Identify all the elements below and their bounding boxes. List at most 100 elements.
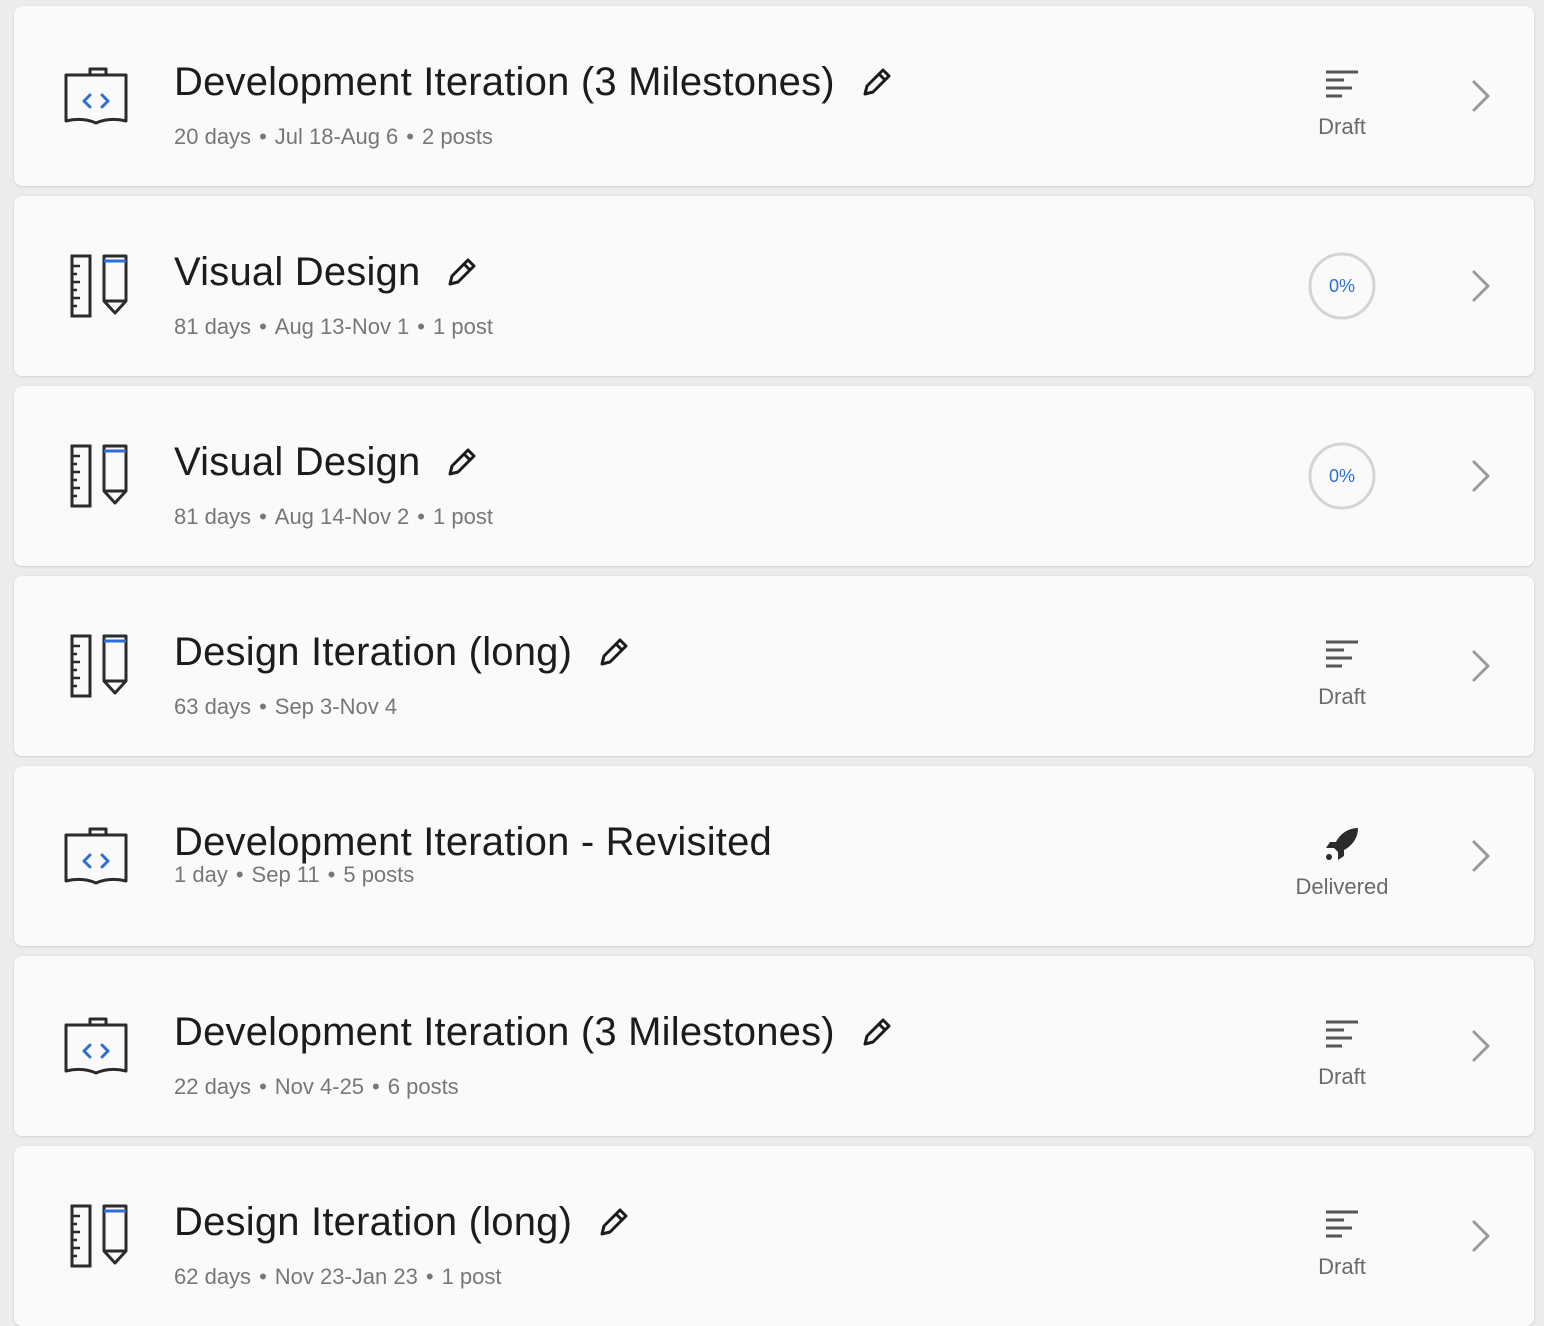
iteration-title: Design Iteration (long): [174, 1199, 573, 1244]
separator-dot: •: [259, 504, 267, 529]
iteration-dates: Sep 3-Nov 4: [274, 694, 398, 719]
iteration-duration: 22 days: [174, 1074, 252, 1099]
pencil-icon[interactable]: [444, 254, 480, 290]
chevron-right-icon[interactable]: [1466, 838, 1496, 874]
iteration-card[interactable]: Design Iteration (long) 63 days • Sep 3-Nov…: [14, 576, 1534, 756]
status-indicator: Draft: [1272, 996, 1412, 1096]
separator-dot: •: [259, 124, 267, 149]
iteration-posts: 1 post: [433, 504, 493, 529]
separator-dot: •: [406, 124, 414, 149]
status-indicator: Draft: [1272, 1186, 1412, 1286]
chevron-right-icon[interactable]: [1466, 78, 1496, 114]
design-iteration-icon: [60, 441, 132, 511]
status-indicator: Draft: [1272, 616, 1412, 716]
iteration-card[interactable]: Development Iteration (3 Milestones) 22 d…: [14, 956, 1534, 1136]
design-iteration-icon: [60, 251, 132, 321]
status-label: Draft: [1318, 1064, 1366, 1089]
iteration-duration: 1 day: [174, 862, 228, 887]
iteration-title: Visual Design: [174, 439, 421, 484]
separator-dot: •: [259, 314, 267, 339]
draft-lines-icon: [1322, 1014, 1362, 1054]
chevron-right-icon[interactable]: [1466, 1028, 1496, 1064]
draft-lines-icon: [1322, 1204, 1362, 1244]
iteration-dates: Sep 11: [251, 862, 320, 887]
iteration-duration: 20 days: [174, 124, 252, 149]
status-indicator: 0%: [1272, 426, 1412, 526]
iteration-posts: 5 posts: [343, 862, 415, 887]
iteration-meta: 81 days • Aug 13-Nov 1 • 1 post: [174, 314, 493, 340]
draft-lines-icon: [1322, 634, 1362, 674]
progress-ring: 0%: [1307, 251, 1377, 321]
iteration-duration: 81 days: [174, 504, 252, 529]
pencil-icon[interactable]: [859, 1014, 895, 1050]
development-iteration-icon: [60, 61, 132, 131]
design-iteration-icon: [60, 631, 132, 701]
draft-lines-icon: [1322, 64, 1362, 104]
iteration-meta: 1 day • Sep 11 • 5 posts: [174, 862, 414, 888]
chevron-right-icon[interactable]: [1466, 458, 1496, 494]
status-label: Draft: [1318, 1254, 1366, 1279]
title-row: Design Iteration (long): [174, 1194, 632, 1250]
pencil-icon[interactable]: [859, 64, 895, 100]
title-row: Design Iteration (long): [174, 624, 632, 680]
iteration-card[interactable]: Development Iteration (3 Milestones) 20 d…: [14, 6, 1534, 186]
separator-dot: •: [259, 694, 267, 719]
design-iteration-icon: [60, 1201, 132, 1271]
iteration-dates: Jul 18-Aug 6: [274, 124, 399, 149]
separator-dot: •: [327, 862, 336, 887]
iteration-meta: 63 days • Sep 3-Nov 4: [174, 694, 397, 720]
iteration-duration: 62 days: [174, 1264, 252, 1289]
pencil-icon[interactable]: [596, 1204, 632, 1240]
iteration-dates: Nov 4-25: [274, 1074, 365, 1099]
iteration-meta: 81 days • Aug 14-Nov 2 • 1 post: [174, 504, 493, 530]
iteration-card[interactable]: Design Iteration (long) 62 days • Nov 23-Ja…: [14, 1146, 1534, 1326]
chevron-right-icon[interactable]: [1466, 648, 1496, 684]
rocket-icon: [1322, 824, 1362, 864]
pencil-icon[interactable]: [596, 634, 632, 670]
iteration-dates: Aug 14-Nov 2: [274, 504, 410, 529]
iteration-meta: 20 days • Jul 18-Aug 6 • 2 posts: [174, 124, 493, 150]
progress-ring: 0%: [1307, 441, 1377, 511]
iteration-duration: 81 days: [174, 314, 252, 339]
separator-dot: •: [259, 1074, 267, 1099]
chevron-right-icon[interactable]: [1466, 268, 1496, 304]
iteration-list: Development Iteration (3 Milestones) 20 d…: [0, 0, 1544, 1326]
status-indicator: Draft: [1272, 46, 1412, 146]
iteration-card[interactable]: Development Iteration - Revisited 1 day • S…: [14, 766, 1534, 946]
iteration-title: Development Iteration - Revisited: [174, 819, 772, 864]
separator-dot: •: [425, 1264, 434, 1289]
iteration-title: Development Iteration (3 Milestones): [174, 1009, 835, 1054]
status-indicator: 0%: [1272, 236, 1412, 336]
title-row: Development Iteration (3 Milestones): [174, 1004, 895, 1060]
iteration-title: Visual Design: [174, 249, 421, 294]
development-iteration-icon: [60, 821, 132, 891]
iteration-posts: 6 posts: [387, 1074, 459, 1099]
iteration-duration: 63 days: [174, 694, 252, 719]
iteration-card[interactable]: Visual Design 81 days • Aug 13-Nov 1 • 1 post…: [14, 196, 1534, 376]
status-indicator: Delivered: [1272, 806, 1412, 906]
iteration-posts: 1 post: [433, 314, 493, 339]
iteration-posts: 2 posts: [422, 124, 493, 149]
separator-dot: •: [372, 1074, 380, 1099]
title-row: Visual Design: [174, 244, 480, 300]
iteration-posts: 1 post: [441, 1264, 502, 1289]
iteration-card[interactable]: Visual Design 81 days • Aug 14-Nov 2 • 1 post…: [14, 386, 1534, 566]
iteration-dates: Aug 13-Nov 1: [274, 314, 410, 339]
progress-percent: 0%: [1328, 275, 1355, 296]
development-iteration-icon: [60, 1011, 132, 1081]
iteration-dates: Nov 23-Jan 23: [274, 1264, 418, 1289]
pencil-icon[interactable]: [444, 444, 480, 480]
separator-dot: •: [235, 862, 244, 887]
iteration-title: Development Iteration (3 Milestones): [174, 59, 835, 104]
status-label: Draft: [1318, 684, 1366, 709]
separator-dot: •: [417, 314, 425, 339]
status-label: Delivered: [1295, 874, 1389, 899]
chevron-right-icon[interactable]: [1466, 1218, 1496, 1254]
status-label: Draft: [1318, 114, 1366, 139]
separator-dot: •: [417, 504, 425, 529]
title-row: Development Iteration (3 Milestones): [174, 54, 895, 110]
iteration-meta: 22 days • Nov 4-25 • 6 posts: [174, 1074, 459, 1100]
progress-percent: 0%: [1328, 465, 1355, 486]
title-row: Visual Design: [174, 434, 480, 490]
iteration-title: Design Iteration (long): [174, 629, 573, 674]
